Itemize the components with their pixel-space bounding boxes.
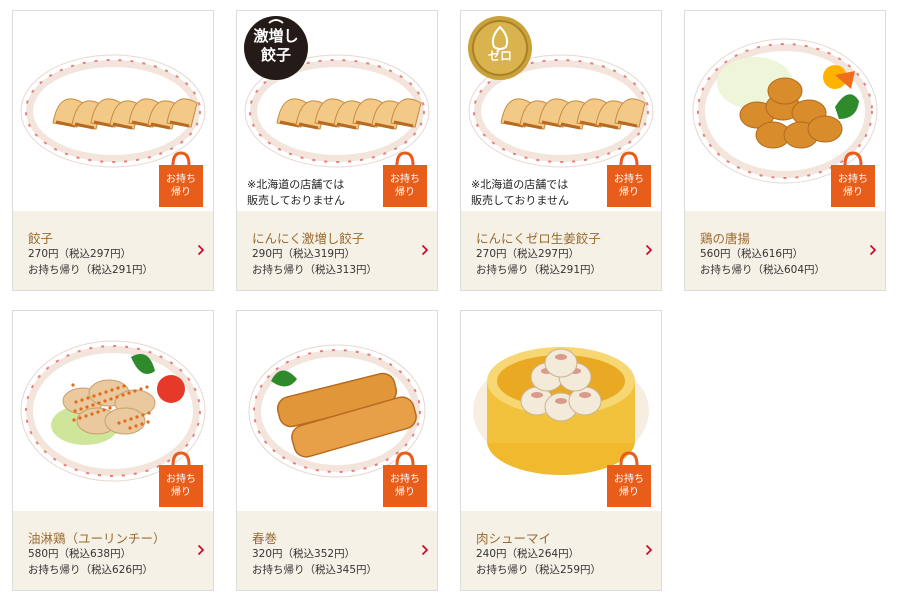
badge-label: 激増し 餃子 [253, 27, 299, 64]
takeout-bag-label: お持ち 帰り [614, 174, 644, 198]
card-info[interactable]: 肉シューマイ 240円（税込264円） お持ち帰り（税込259円） [461, 511, 661, 590]
takeout-price: お持ち帰り（税込291円） [476, 264, 602, 276]
takeout-bag-icon: お持ち 帰り [157, 151, 205, 207]
item-name[interactable]: 春巻 [252, 528, 277, 547]
chevron-right-icon[interactable] [197, 244, 205, 256]
takeout-bag-icon: お持ち 帰り [157, 451, 205, 507]
item-price: 270円（税込297円） [28, 248, 132, 260]
takeout-bag-label: お持ち 帰り [166, 174, 196, 198]
availability-note: ※北海道の店舗では 販売しておりません [471, 178, 570, 207]
chevron-right-icon[interactable] [645, 544, 653, 556]
menu-card[interactable]: お持ち 帰り餃子 270円（税込297円） お持ち帰り（税込291円） [12, 10, 214, 291]
takeout-bag-icon: お持ち 帰り [605, 451, 653, 507]
item-price: 270円（税込297円） [476, 248, 580, 260]
takeout-bag-icon: お持ち 帰り [605, 151, 653, 207]
takeout-bag-label: お持ち 帰り [390, 174, 420, 198]
takeout-price: お持ち帰り（税込345円） [252, 564, 378, 576]
item-price: 580円（税込638円） [28, 548, 132, 560]
item-price: 320円（税込352円） [252, 548, 356, 560]
item-price: 290円（税込319円） [252, 248, 356, 260]
takeout-price: お持ち帰り（税込259円） [476, 564, 602, 576]
chevron-right-icon[interactable] [421, 244, 429, 256]
menu-card[interactable]: お持ち 帰り肉シューマイ 240円（税込264円） お持ち帰り（税込259円） [460, 310, 662, 591]
item-name[interactable]: 肉シューマイ [476, 528, 551, 547]
card-info[interactable]: 油淋鶏（ユーリンチー） 580円（税込638円） お持ち帰り（税込626円） [13, 511, 213, 590]
item-name[interactable]: 鶏の唐揚 [700, 228, 750, 247]
availability-note: ※北海道の店舗では 販売しておりません [247, 178, 346, 207]
item-price: 240円（税込264円） [476, 548, 580, 560]
item-name[interactable]: 餃子 [28, 228, 53, 247]
takeout-bag-label: お持ち 帰り [838, 174, 868, 198]
zero-garlic-badge: ゼロ [467, 15, 533, 81]
badge-label: ゼロ [487, 49, 512, 63]
garlic-badge: 激増し 餃子 [243, 15, 309, 81]
menu-card[interactable]: お持ち 帰り油淋鶏（ユーリンチー） 580円（税込638円） お持ち帰り（税込626… [12, 310, 214, 591]
card-info[interactable]: 餃子 270円（税込297円） お持ち帰り（税込291円） [13, 211, 213, 290]
card-info[interactable]: 春巻 320円（税込352円） お持ち帰り（税込345円） [237, 511, 437, 590]
takeout-price: お持ち帰り（税込626円） [28, 564, 154, 576]
menu-card[interactable]: ゼロお持ち 帰り ※北海道の店舗では 販売しておりませんにんにくゼロ生姜餃子 270… [460, 10, 662, 291]
takeout-bag-icon: お持ち 帰り [381, 151, 429, 207]
chevron-right-icon[interactable] [421, 544, 429, 556]
takeout-bag-icon: お持ち 帰り [381, 451, 429, 507]
takeout-bag-icon: お持ち 帰り [829, 151, 877, 207]
item-name[interactable]: にんにく激増し餃子 [252, 228, 364, 247]
takeout-bag-label: お持ち 帰り [390, 474, 420, 498]
takeout-price: お持ち帰り（税込604円） [700, 264, 826, 276]
menu-grid: お持ち 帰り 餃子 270円（税込297円） お持ち帰り（税込291円） 激増し 餃子お… [0, 0, 900, 603]
takeout-bag-label: お持ち 帰り [614, 474, 644, 498]
chevron-right-icon[interactable] [197, 544, 205, 556]
chevron-right-icon[interactable] [645, 244, 653, 256]
menu-card[interactable]: 激増し 餃子お持ち 帰り ※北海道の店舗では 販売しておりませんにんにく激増し餃子… [236, 10, 438, 291]
takeout-bag-label: お持ち 帰り [166, 474, 196, 498]
item-price: 560円（税込616円） [700, 248, 804, 260]
card-info[interactable]: にんにく激増し餃子 290円（税込319円） お持ち帰り（税込313円） [237, 211, 437, 290]
card-info[interactable]: 鶏の唐揚 560円（税込616円） お持ち帰り（税込604円） [685, 211, 885, 290]
menu-card[interactable]: お持ち 帰り鶏の唐揚 560円（税込616円） お持ち帰り（税込604円） [684, 10, 886, 291]
card-info[interactable]: にんにくゼロ生姜餃子 270円（税込297円） お持ち帰り（税込291円） [461, 211, 661, 290]
takeout-price: お持ち帰り（税込291円） [28, 264, 154, 276]
menu-card[interactable]: お持ち 帰り春巻 320円（税込352円） お持ち帰り（税込345円） [236, 310, 438, 591]
item-name[interactable]: にんにくゼロ生姜餃子 [476, 228, 601, 247]
takeout-price: お持ち帰り（税込313円） [252, 264, 378, 276]
item-name[interactable]: 油淋鶏（ユーリンチー） [28, 528, 166, 547]
chevron-right-icon[interactable] [869, 244, 877, 256]
